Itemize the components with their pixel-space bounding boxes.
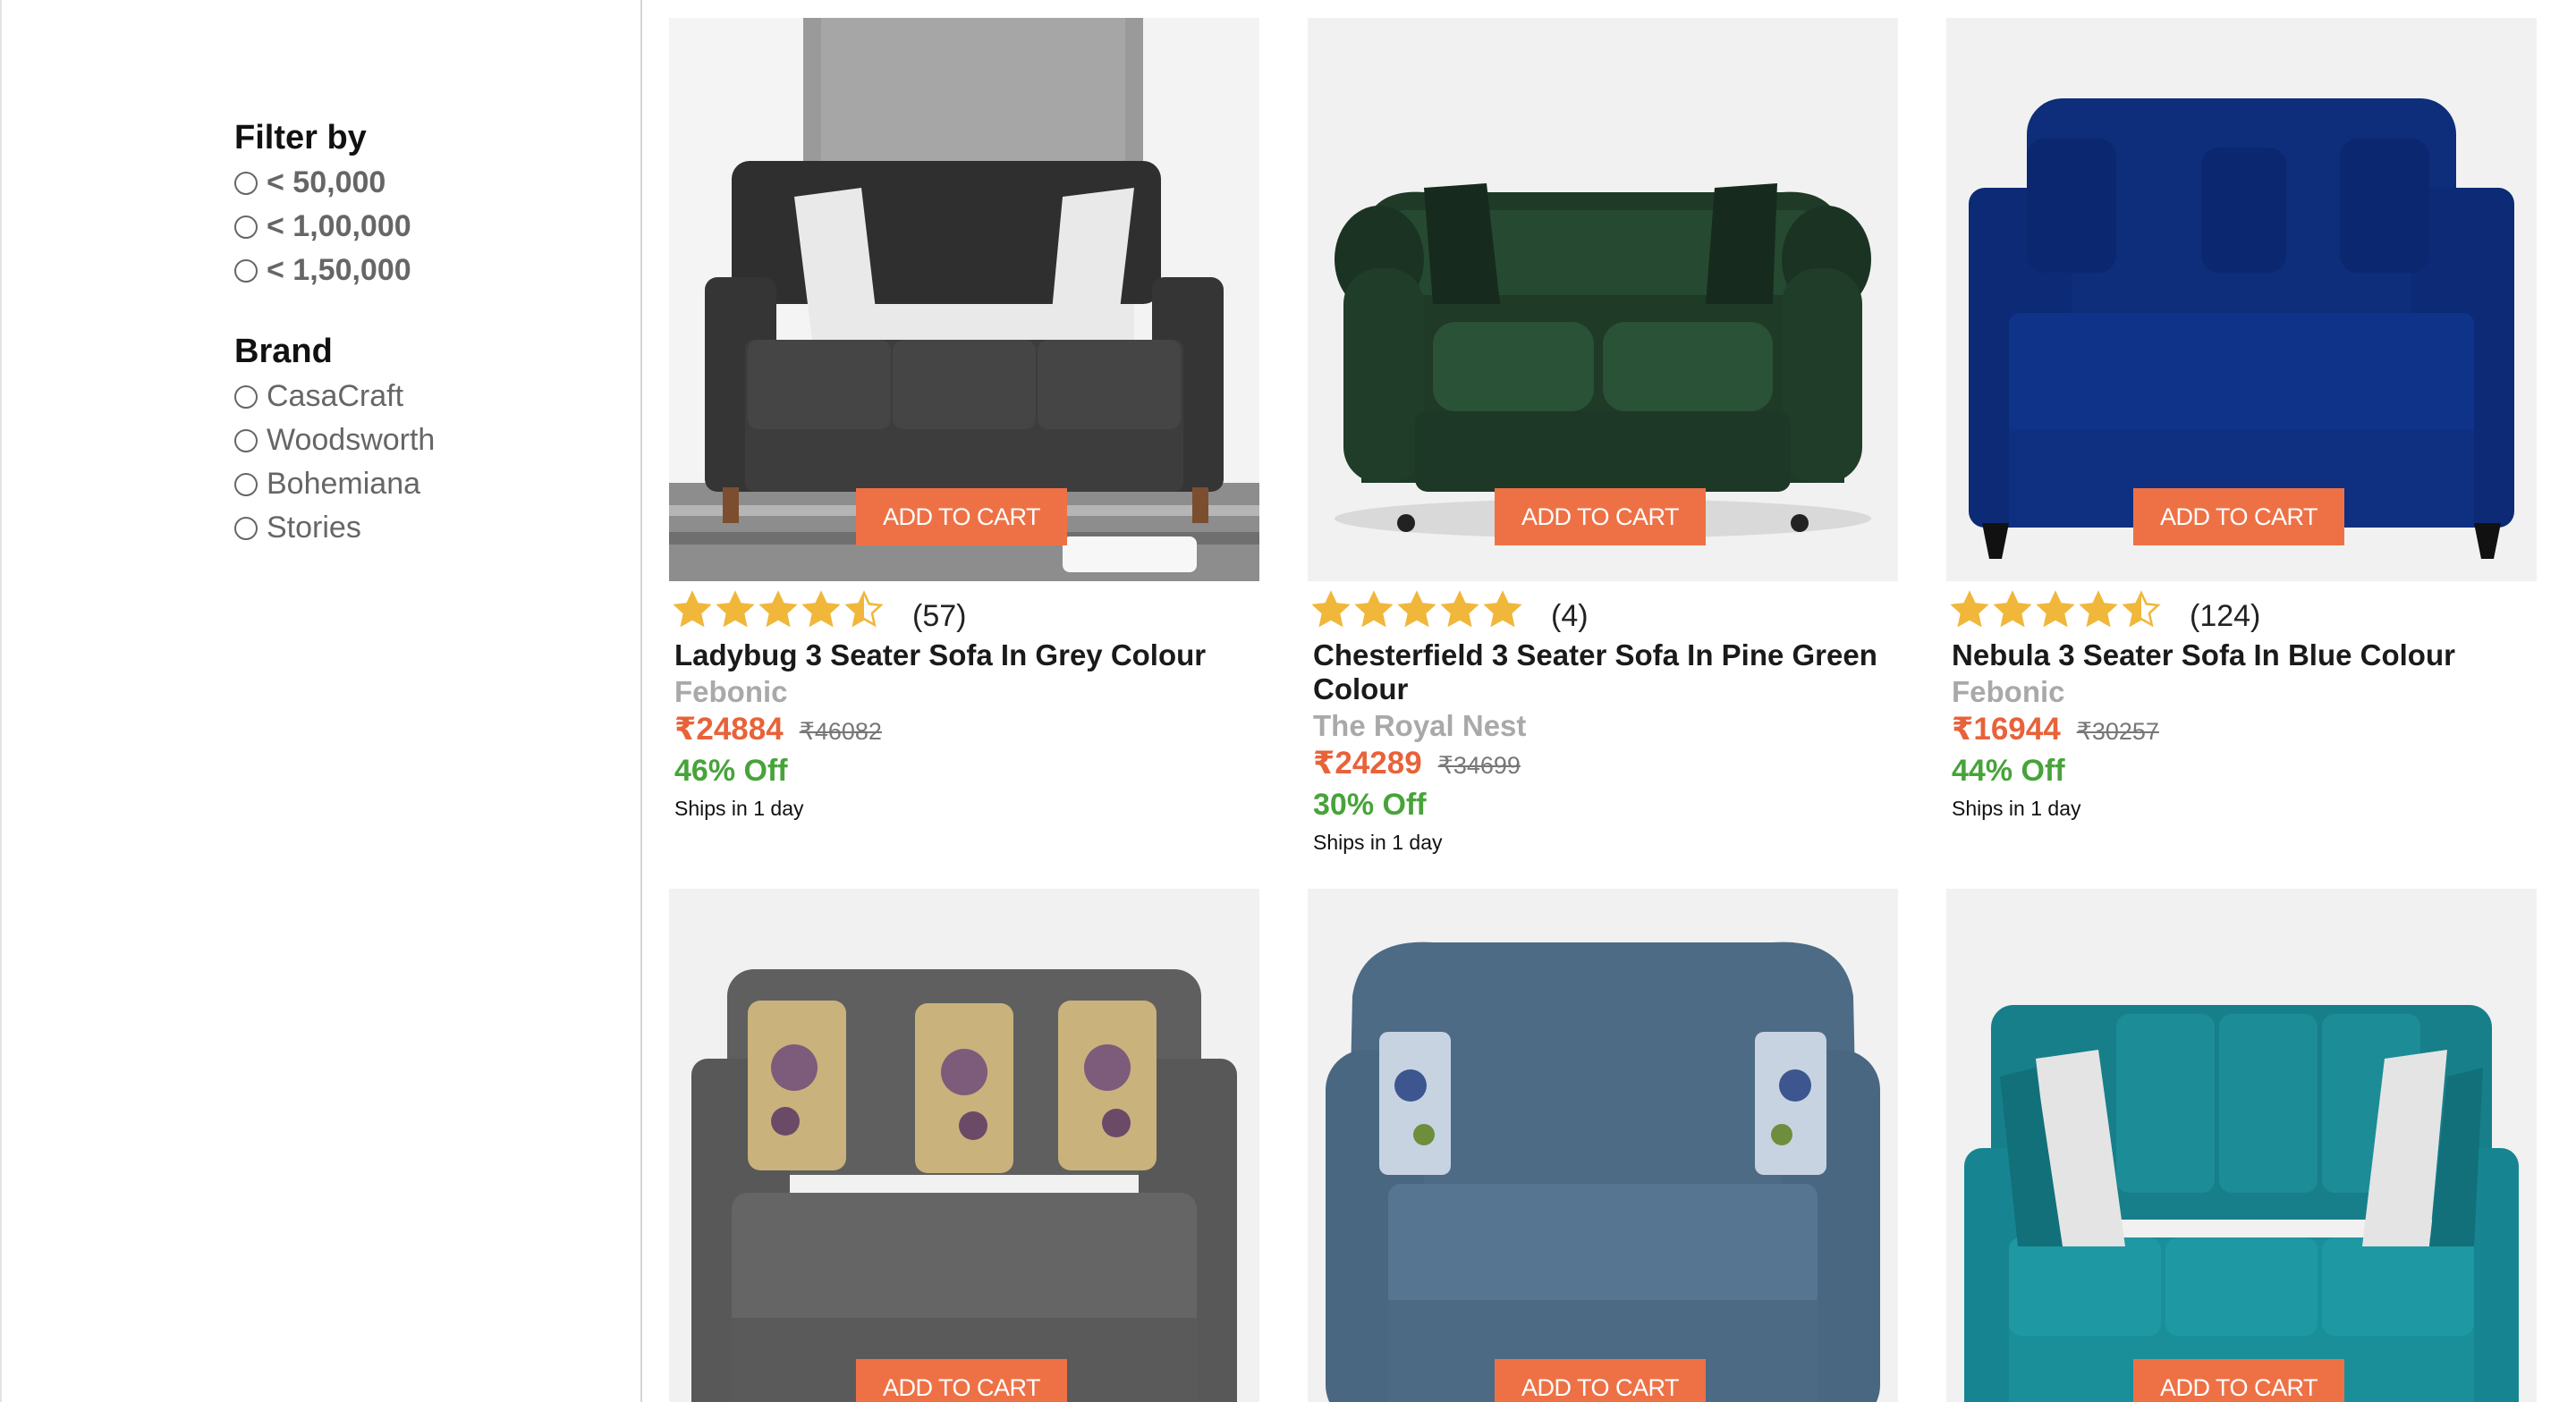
radio-button[interactable]: [234, 215, 258, 239]
filter-sidebar: Filter by < 50,000 < 1,00,000 < 1,50,000…: [0, 0, 642, 1402]
price-filter-title: Filter by: [234, 119, 367, 156]
brand-option-bohemiana[interactable]: Bohemiana: [234, 462, 435, 506]
rating-count: (4): [1551, 598, 1589, 633]
brand-option-stories[interactable]: Stories: [234, 506, 435, 550]
product-image[interactable]: ADD TO CART: [1308, 18, 1898, 581]
price-row: ₹16944 ₹30257: [1952, 712, 2537, 751]
price-row: ₹24884 ₹46082: [674, 712, 1259, 751]
product-image[interactable]: ADD TO CART: [1946, 889, 2537, 1402]
brand-option-label: Bohemiana: [267, 467, 421, 501]
original-price: ₹30257: [2076, 718, 2159, 745]
star-full-icon: [673, 590, 712, 628]
radio-button[interactable]: [234, 472, 258, 496]
product-brand: The Royal Nest: [1313, 709, 1527, 742]
star-full-icon: [758, 590, 798, 628]
product-card[interactable]: ADD TO CART (57) Ladybug 3 Seater Sofa I…: [669, 18, 1259, 871]
star-rating: [673, 590, 884, 629]
star-full-icon: [1311, 590, 1351, 628]
star-full-icon: [2036, 590, 2075, 628]
discount-label: 44% Off: [1952, 754, 2065, 788]
product-info: Chesterfield 3 Seater Sofa In Pine Green…: [1308, 638, 1898, 860]
brand-option-label: Woodsworth: [267, 423, 436, 457]
product-card[interactable]: ADD TO CART (124) Nebula 3 Seater Sofa I…: [1946, 18, 2537, 871]
shipping-info: Ships in 1 day: [1313, 831, 1443, 854]
price-option-100000[interactable]: < 1,00,000: [234, 205, 411, 249]
product-card[interactable]: ADD TO CART: [669, 889, 1259, 1402]
star-full-icon: [1440, 590, 1479, 628]
brand-option-label: Stories: [267, 511, 361, 545]
star-full-icon: [1993, 590, 2032, 628]
product-name[interactable]: Chesterfield 3 Seater Sofa In Pine Green…: [1313, 638, 1885, 706]
product-name[interactable]: Nebula 3 Seater Sofa In Blue Colour: [1952, 638, 2524, 672]
product-card[interactable]: ADD TO CART: [1946, 889, 2537, 1402]
shipping-info: Ships in 1 day: [1952, 797, 2081, 820]
rating-count: (124): [2190, 598, 2261, 633]
add-to-cart-button[interactable]: ADD TO CART: [2133, 488, 2344, 545]
discount-label: 30% Off: [1313, 788, 1427, 822]
slate-blue-sofa-image: [1308, 889, 1898, 1402]
price-option-150000[interactable]: < 1,50,000: [234, 249, 411, 292]
star-full-icon: [1483, 590, 1522, 628]
radio-button[interactable]: [234, 384, 258, 409]
rating: (57): [669, 585, 1259, 635]
rating: (124): [1946, 585, 2537, 635]
product-brand: Febonic: [674, 675, 788, 708]
add-to-cart-button[interactable]: ADD TO CART: [856, 488, 1067, 545]
star-full-icon: [1397, 590, 1436, 628]
product-image[interactable]: ADD TO CART: [1308, 889, 1898, 1402]
add-to-cart-button[interactable]: ADD TO CART: [1495, 488, 1706, 545]
product-brand: Febonic: [1952, 675, 2065, 708]
product-name[interactable]: Ladybug 3 Seater Sofa In Grey Colour: [674, 638, 1247, 672]
add-to-cart-button[interactable]: ADD TO CART: [856, 1359, 1067, 1402]
discount-label: 46% Off: [674, 754, 788, 788]
rating: (4): [1308, 585, 1898, 635]
brand-filter-title: Brand: [234, 333, 333, 370]
radio-button[interactable]: [234, 171, 258, 195]
price-option-label: < 1,50,000: [267, 253, 411, 287]
star-full-icon: [1354, 590, 1394, 628]
star-full-icon: [801, 590, 841, 628]
star-full-icon: [716, 590, 755, 628]
dark-grey-sofa-image: [669, 889, 1259, 1402]
product-info: Ladybug 3 Seater Sofa In Grey Colour Feb…: [669, 638, 1259, 826]
add-to-cart-button[interactable]: ADD TO CART: [1495, 1359, 1706, 1402]
rating-count: (57): [912, 598, 967, 633]
sale-price: ₹24884: [674, 712, 784, 747]
star-rating: [1311, 590, 1522, 629]
product-info: Nebula 3 Seater Sofa In Blue Colour Febo…: [1946, 638, 2537, 826]
star-half-icon: [844, 590, 884, 628]
sale-price: ₹24289: [1313, 746, 1422, 781]
product-card[interactable]: ADD TO CART (4) Chesterfield 3 Seater So…: [1308, 18, 1898, 871]
price-row: ₹24289 ₹34699: [1313, 746, 1898, 785]
shipping-info: Ships in 1 day: [674, 797, 804, 820]
price-option-label: < 1,00,000: [267, 209, 411, 243]
star-half-icon: [2122, 590, 2161, 628]
original-price: ₹34699: [1437, 752, 1521, 779]
brand-filter-group: Brand CasaCraft Woodsworth Bohemiana Sto…: [234, 330, 435, 550]
radio-button[interactable]: [234, 516, 258, 540]
product-card[interactable]: ADD TO CART: [1308, 889, 1898, 1402]
product-grid: ADD TO CART (57) Ladybug 3 Seater Sofa I…: [669, 18, 2537, 1402]
teal-sofa-image: [1946, 889, 2537, 1402]
brand-option-casacraft[interactable]: CasaCraft: [234, 375, 435, 418]
product-image[interactable]: ADD TO CART: [669, 18, 1259, 581]
radio-button[interactable]: [234, 428, 258, 452]
star-full-icon: [1950, 590, 1989, 628]
product-image[interactable]: ADD TO CART: [669, 889, 1259, 1402]
product-image[interactable]: ADD TO CART: [1946, 18, 2537, 581]
star-full-icon: [2079, 590, 2118, 628]
radio-button[interactable]: [234, 258, 258, 283]
brand-option-label: CasaCraft: [267, 379, 404, 413]
add-to-cart-button[interactable]: ADD TO CART: [2133, 1359, 2344, 1402]
price-option-50000[interactable]: < 50,000: [234, 161, 411, 205]
original-price: ₹46082: [799, 718, 882, 745]
price-filter-group: Filter by < 50,000 < 1,00,000 < 1,50,000: [234, 116, 411, 292]
star-rating: [1950, 590, 2161, 629]
brand-option-woodsworth[interactable]: Woodsworth: [234, 418, 435, 462]
product-listing-page: Filter by < 50,000 < 1,00,000 < 1,50,000…: [0, 0, 2576, 1402]
price-option-label: < 50,000: [267, 165, 386, 199]
sale-price: ₹16944: [1952, 712, 2061, 747]
